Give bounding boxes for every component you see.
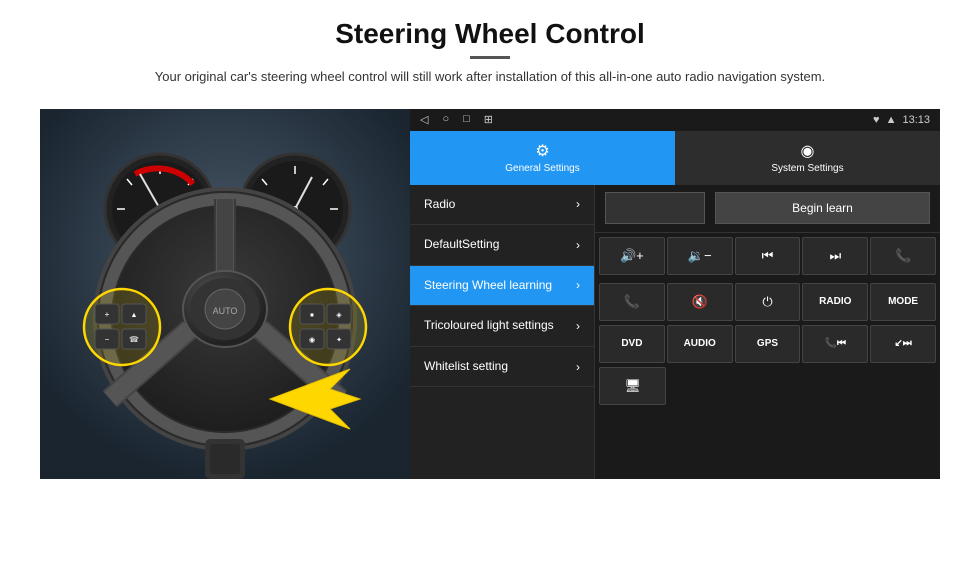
- prev-track-icon: ⏮: [762, 248, 774, 264]
- recents-icon[interactable]: □: [463, 113, 470, 126]
- tab-bar: ⚙ General Settings ◉ System Settings: [410, 131, 940, 185]
- dvd-button[interactable]: DVD: [599, 325, 665, 363]
- title-divider: [470, 56, 510, 59]
- chevron-steering: ›: [576, 278, 580, 292]
- call-answer-button[interactable]: 📞: [599, 283, 665, 321]
- title-section: Steering Wheel Control Your original car…: [155, 18, 825, 101]
- back-icon[interactable]: ◁: [420, 113, 428, 126]
- vol-up-icon: 🔊+: [620, 248, 644, 264]
- menu-steering-label: Steering Wheel learning: [424, 278, 576, 294]
- tab-general-settings[interactable]: ⚙ General Settings: [410, 131, 675, 185]
- prev-track-button[interactable]: ⏮: [735, 237, 801, 275]
- screen-button[interactable]: 🖥: [599, 367, 666, 405]
- menu-item-whitelist[interactable]: Whitelist setting ›: [410, 347, 594, 388]
- begin-learn-button[interactable]: Begin learn: [715, 192, 930, 224]
- phone-icon: 📞: [895, 248, 911, 264]
- next-track-button[interactable]: ⏭: [802, 237, 868, 275]
- menu-tricoloured-label: Tricoloured light settings: [424, 318, 576, 334]
- vol-up-button[interactable]: 🔊+: [599, 237, 665, 275]
- menu-panel: Radio › DefaultSetting › Steering Wheel …: [410, 185, 595, 479]
- skip-next-button[interactable]: ↙⏭: [870, 325, 936, 363]
- main-content: Radio › DefaultSetting › Steering Wheel …: [410, 185, 940, 479]
- menu-default-label: DefaultSetting: [424, 237, 576, 253]
- mode-button[interactable]: MODE: [870, 283, 936, 321]
- menu-item-tricoloured[interactable]: Tricoloured light settings ›: [410, 306, 594, 347]
- mute-button[interactable]: 🔇: [667, 283, 733, 321]
- home-icon[interactable]: ○: [442, 113, 449, 126]
- screen-icon: 🖥: [624, 378, 641, 394]
- audio-label: AUDIO: [684, 338, 716, 349]
- svg-text:⏹: ⏹: [310, 312, 314, 319]
- menu-item-radio[interactable]: Radio ›: [410, 185, 594, 226]
- status-icons: ♥ ▲ 13:13: [873, 114, 930, 126]
- controls-panel: Begin learn 🔊+ 🔉− ⏮: [595, 185, 940, 479]
- next-track-icon: ⏭: [829, 248, 841, 264]
- svg-text:◈: ◈: [336, 312, 342, 319]
- vol-down-button[interactable]: 🔉−: [667, 237, 733, 275]
- menu-icon[interactable]: ⊞: [484, 113, 493, 126]
- dvd-label: DVD: [621, 338, 642, 349]
- control-grid-row1: 🔊+ 🔉− ⏮ ⏭ 📞: [595, 233, 940, 279]
- phone-button[interactable]: 📞: [870, 237, 936, 275]
- vol-down-icon: 🔉−: [688, 248, 712, 264]
- chevron-tricoloured: ›: [576, 319, 580, 333]
- status-bar: ◁ ○ □ ⊞ ♥ ▲ 13:13: [410, 109, 940, 131]
- chevron-default: ›: [576, 238, 580, 252]
- mute-icon: 🔇: [692, 294, 708, 310]
- skip-next-icon: ↙⏭: [894, 338, 911, 349]
- svg-text:+: +: [105, 310, 110, 319]
- menu-radio-label: Radio: [424, 197, 576, 213]
- phone-prev-icon: 📞⏮: [825, 338, 846, 349]
- chevron-radio: ›: [576, 197, 580, 211]
- svg-text:▲: ▲: [131, 312, 138, 319]
- general-settings-icon: ⚙: [535, 141, 549, 161]
- begin-learn-row: Begin learn: [595, 185, 940, 233]
- signal-icon: ▲: [886, 114, 897, 126]
- tab-general-label: General Settings: [505, 163, 580, 174]
- svg-text:◉: ◉: [309, 337, 315, 344]
- clock: 13:13: [902, 114, 930, 126]
- phone-prev-button[interactable]: 📞⏮: [802, 325, 868, 363]
- radio-button[interactable]: RADIO: [802, 283, 868, 321]
- tab-system-label: System Settings: [771, 163, 843, 174]
- tab-system-settings[interactable]: ◉ System Settings: [675, 131, 940, 185]
- learn-input-box: [605, 192, 705, 224]
- gps-button[interactable]: GPS: [735, 325, 801, 363]
- svg-text:−: −: [105, 335, 110, 344]
- content-area: AUTO + ▲ − ☎ ⏹ ◈ ◉: [40, 109, 940, 479]
- radio-btn-label: RADIO: [819, 296, 851, 307]
- steering-wheel-image: AUTO + ▲ − ☎ ⏹ ◈ ◉: [40, 109, 410, 479]
- svg-text:✦: ✦: [336, 336, 342, 344]
- subtitle: Your original car's steering wheel contr…: [155, 67, 825, 87]
- svg-text:AUTO: AUTO: [213, 306, 238, 316]
- menu-item-steering-wheel[interactable]: Steering Wheel learning ›: [410, 266, 594, 307]
- nav-icons: ◁ ○ □ ⊞: [420, 113, 493, 126]
- wifi-icon: ♥: [873, 114, 880, 126]
- svg-text:☎: ☎: [129, 335, 139, 344]
- power-button[interactable]: ⏻: [735, 283, 801, 321]
- page-container: Steering Wheel Control Your original car…: [0, 0, 980, 564]
- chevron-whitelist: ›: [576, 360, 580, 374]
- page-title: Steering Wheel Control: [155, 18, 825, 50]
- menu-item-default-setting[interactable]: DefaultSetting ›: [410, 225, 594, 266]
- control-grid-row3: DVD AUDIO GPS 📞⏮ ↙⏭: [595, 325, 940, 367]
- gps-label: GPS: [757, 338, 778, 349]
- menu-whitelist-label: Whitelist setting: [424, 359, 576, 375]
- call-answer-icon: 📞: [624, 294, 640, 310]
- system-settings-icon: ◉: [801, 141, 815, 161]
- power-icon: ⏻: [762, 294, 772, 310]
- device-screen: ◁ ○ □ ⊞ ♥ ▲ 13:13 ⚙ General Settings: [410, 109, 940, 479]
- mode-btn-label: MODE: [888, 296, 918, 307]
- control-grid-row2: 📞 🔇 ⏻ RADIO MODE: [595, 279, 940, 325]
- audio-button[interactable]: AUDIO: [667, 325, 733, 363]
